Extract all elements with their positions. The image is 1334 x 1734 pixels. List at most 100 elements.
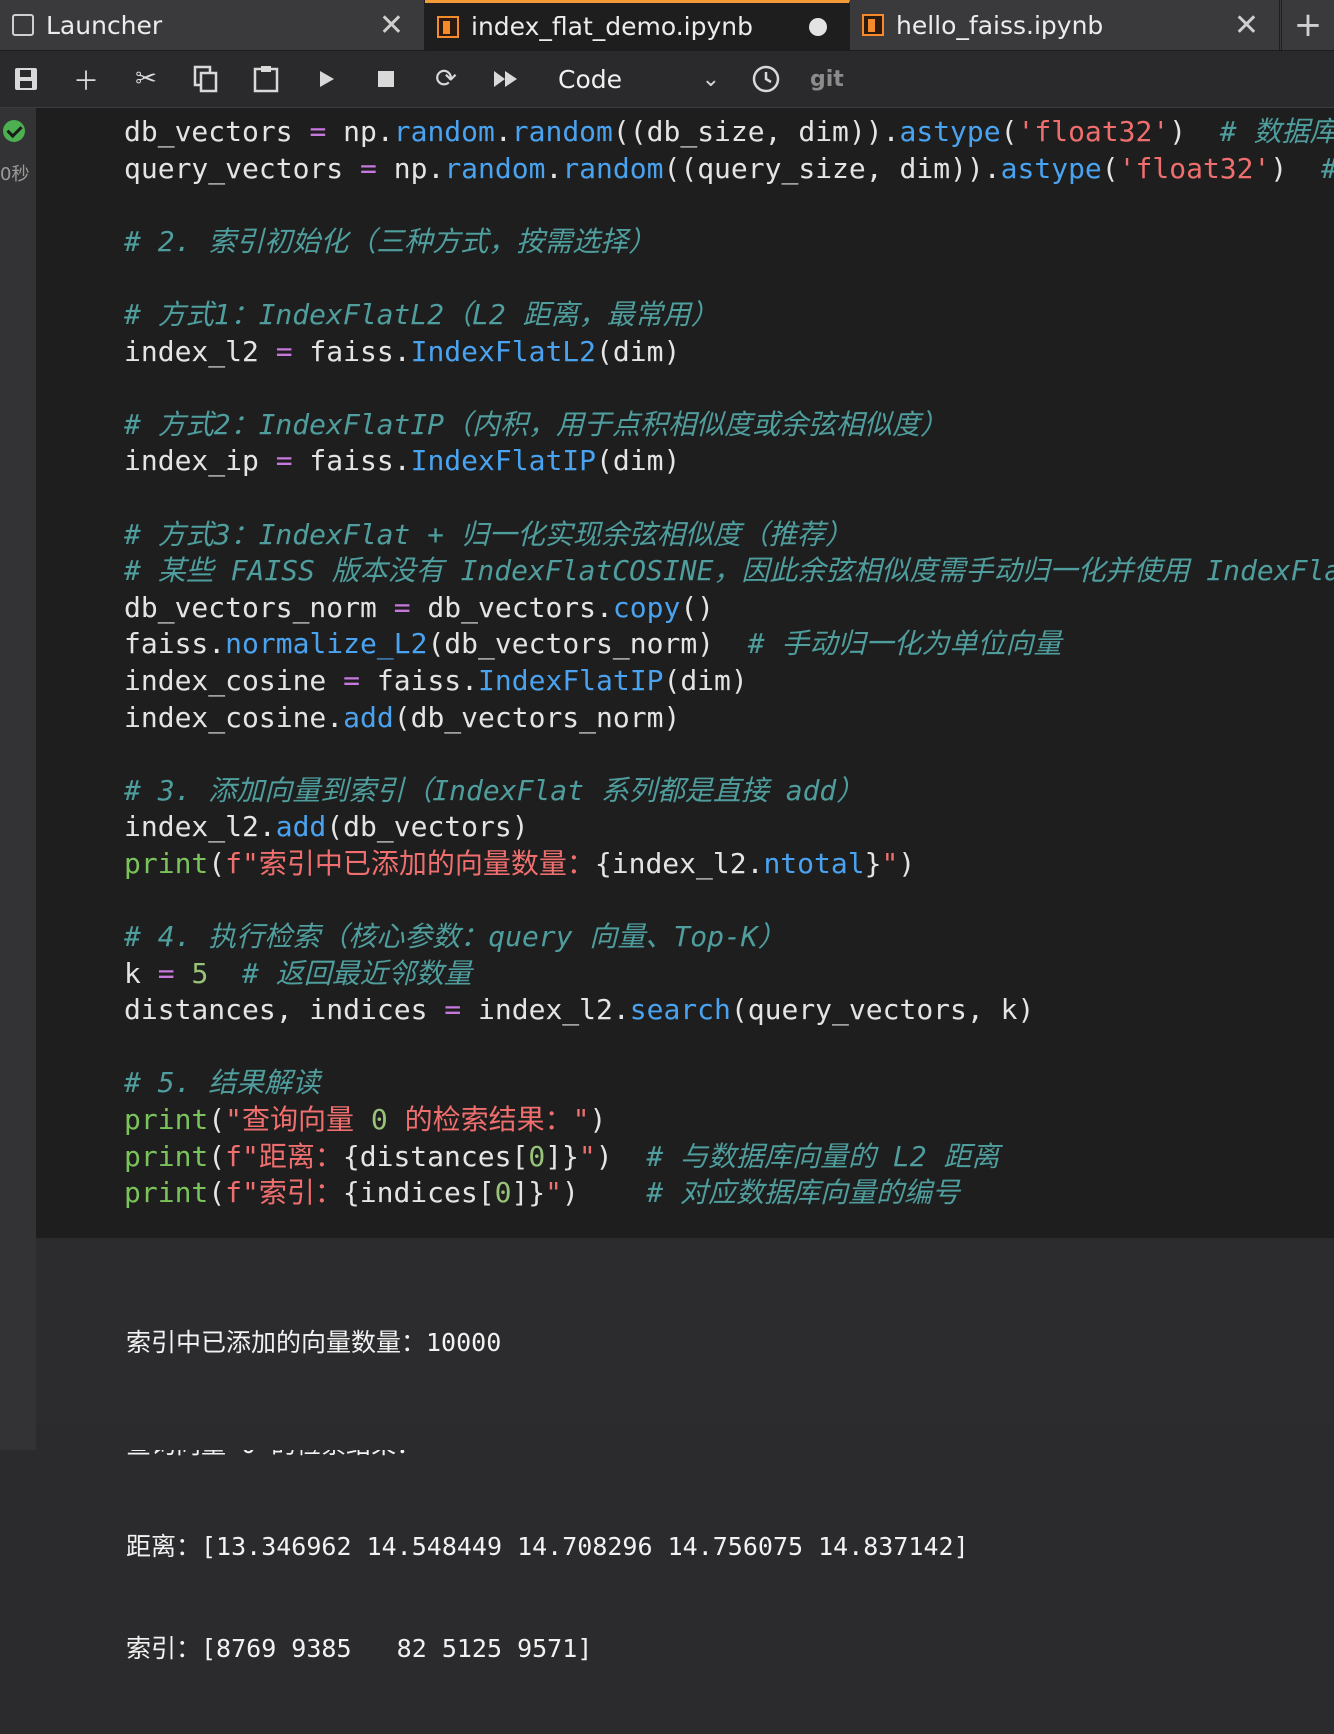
code-token-fn: copy <box>612 590 681 624</box>
code-line: index_ip = faiss.IndexFlatIP(dim) <box>124 443 1334 480</box>
code-token-num: 5 <box>191 956 209 990</box>
cell-output-text: 索引中已添加的向量数量：10000 查询向量 0 的检索结果： 距离：[13.3… <box>126 1258 969 1734</box>
cell-type-select[interactable]: Code ⌄ <box>548 51 728 107</box>
code-token-str: " <box>545 1176 563 1210</box>
code-token-kw: print <box>124 846 209 880</box>
code-token-str: 'float32' <box>1017 115 1170 148</box>
close-icon[interactable]: ✕ <box>1234 8 1259 43</box>
code-line: index_cosine = faiss.IndexFlatIP(dim) <box>124 663 1334 700</box>
code-token-plain: ( <box>208 1176 226 1210</box>
success-check-icon <box>3 120 25 142</box>
code-token-fn: search <box>629 993 731 1027</box>
tab-label: Launcher <box>46 10 163 40</box>
code-token-fn: IndexFlatIP <box>478 663 664 697</box>
tab-launcher[interactable]: Launcher ✕ <box>0 0 425 50</box>
code-token-plain: index_ip <box>124 444 276 478</box>
tab-hello-faiss[interactable]: hello_faiss.ipynb ✕ <box>850 0 1280 50</box>
code-token-plain: index_l2. <box>461 993 630 1027</box>
save-icon[interactable] <box>8 51 44 107</box>
code-cell-editor[interactable]: db_vectors = np.random.random((db_size, … <box>36 108 1334 1238</box>
stop-icon[interactable] <box>368 51 404 107</box>
code-line: print(f"索引中已添加的向量数量：{index_l2.ntotal}") <box>124 846 1334 883</box>
code-token-plain: . <box>545 151 563 185</box>
code-token-comment: # <box>1321 152 1334 185</box>
code-line: query_vectors = np.random.random((query_… <box>124 151 1334 188</box>
code-token-plain: ) <box>595 1139 647 1173</box>
code-token-comment: # 手动归一化为单位向量 <box>747 627 1062 661</box>
code-token-comment: # 4. 执行检索（核心参数：query 向量、Top-K） <box>124 920 786 954</box>
unsaved-dot-icon[interactable] <box>809 17 827 36</box>
notebook-icon <box>437 15 459 38</box>
code-editor-text[interactable]: db_vectors = np.random.random((db_size, … <box>124 114 1334 1212</box>
output-line: 索引中已添加的向量数量：10000 <box>126 1328 502 1357</box>
code-token-plain: distances, indices <box>124 993 445 1027</box>
code-token-plain: ( <box>1000 115 1018 148</box>
code-token-op: = <box>275 444 293 478</box>
code-token-plain: {distances[ <box>342 1139 529 1173</box>
code-token-plain: np. <box>326 115 394 148</box>
code-token-str: 的检索结果：" <box>387 1103 590 1137</box>
code-token-fn: astype <box>899 115 1001 148</box>
code-token-kw: print <box>124 1139 209 1173</box>
code-token-plain: faiss. <box>360 663 479 697</box>
run-all-icon[interactable] <box>488 51 524 107</box>
git-button[interactable]: git <box>810 51 844 107</box>
code-token-fn: random <box>393 115 495 148</box>
code-line: # 2. 索引初始化（三种方式，按需选择） <box>124 224 1334 261</box>
code-token-op: = <box>393 590 411 624</box>
paste-icon[interactable] <box>248 51 284 107</box>
code-token-comment: # 2. 索引初始化（三种方式，按需选择） <box>124 224 657 258</box>
code-token-plain: {indices[ <box>342 1176 495 1210</box>
code-line: # 方式2：IndexFlatIP（内积，用于点积相似度或余弦相似度） <box>124 407 1334 444</box>
run-icon[interactable] <box>308 51 344 107</box>
code-token-comment: # 方式3：IndexFlat + 归一化实现余弦相似度（推荐） <box>124 517 853 551</box>
code-token-comment: # 返回最近邻数量 <box>242 956 472 990</box>
code-line: db_vectors_norm = db_vectors.copy() <box>124 590 1334 627</box>
code-token-fn: random <box>511 115 613 148</box>
code-token-plain: ) <box>562 1176 647 1210</box>
copy-icon[interactable] <box>188 51 224 107</box>
code-token-plain: () <box>680 590 715 624</box>
code-line: # 某些 FAISS 版本没有 IndexFlatCOSINE，因此余弦相似度需… <box>124 553 1334 590</box>
code-token-plain: ( <box>208 1139 226 1173</box>
clock-icon[interactable] <box>748 51 784 107</box>
code-token-plain: ((query_size, dim)). <box>663 151 1001 185</box>
code-token-str: "查询向量 <box>225 1103 371 1137</box>
new-tab-button[interactable]: + <box>1281 0 1334 50</box>
add-cell-icon[interactable]: ＋ <box>68 51 104 107</box>
code-token-plain: index_cosine. <box>124 700 344 734</box>
restart-icon[interactable]: ⟳ <box>428 51 464 107</box>
code-token-comment: # 与数据库向量的 L2 距离 <box>646 1139 1000 1173</box>
notebook-toolbar: ＋ ✂ ⟳ Code ⌄ git <box>0 51 1334 109</box>
code-token-comment: # 对应数据库向量的编号 <box>646 1176 961 1210</box>
code-token-plain: faiss. <box>292 334 411 368</box>
code-line: index_l2 = faiss.IndexFlatL2(dim) <box>124 334 1334 371</box>
code-line: # 5. 结果解读 <box>124 1065 1334 1102</box>
output-line: 索引：[8769 9385 82 5125 9571] <box>126 1634 593 1663</box>
code-token-op: = <box>309 115 327 148</box>
code-token-op: = <box>360 151 377 185</box>
code-token-plain: db_vectors <box>124 115 310 148</box>
code-line: distances, indices = index_l2.search(que… <box>124 992 1334 1029</box>
tab-label: index_flat_demo.ipynb <box>471 12 753 41</box>
code-token-num: 0 <box>494 1176 512 1210</box>
code-token-fn: astype <box>1000 151 1102 185</box>
code-token-fn: ntotal <box>763 846 865 880</box>
code-token-plain: (db_vectors_norm) <box>393 700 681 734</box>
close-icon[interactable]: ✕ <box>379 8 404 43</box>
code-token-plain: ]} <box>511 1176 546 1210</box>
code-token-plain: (dim) <box>596 444 681 478</box>
output-line: 距离：[13.346962 14.548449 14.708296 14.756… <box>126 1532 969 1561</box>
launcher-icon <box>12 14 34 36</box>
code-line: # 方式1：IndexFlatL2（L2 距离，最常用） <box>124 297 1334 334</box>
tab-index-flat-demo[interactable]: index_flat_demo.ipynb <box>425 0 850 50</box>
code-token-plain: query_vectors <box>124 151 361 185</box>
code-line: index_l2.add(db_vectors) <box>124 809 1334 846</box>
cut-icon[interactable]: ✂ <box>128 51 164 107</box>
code-token-str: 'float32' <box>1118 151 1271 185</box>
